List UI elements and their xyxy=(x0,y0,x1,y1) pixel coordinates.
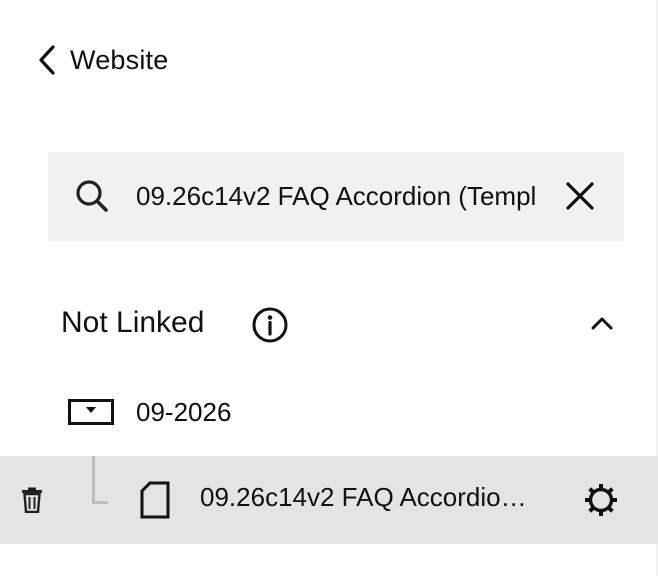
folder-row[interactable]: 09-2026 xyxy=(68,388,231,436)
chevron-left-icon xyxy=(39,45,55,75)
pages-panel: Website Not Linked 09-2026 xyxy=(0,0,658,576)
tree-connector xyxy=(92,456,108,504)
page-label[interactable]: 09.26c14v2 FAQ Accordion (Template) xyxy=(200,482,540,513)
folder-icon xyxy=(68,399,114,425)
search-input[interactable] xyxy=(136,174,536,218)
trash-icon[interactable] xyxy=(20,487,44,513)
section-header[interactable]: Not Linked xyxy=(61,300,621,348)
chevron-up-icon[interactable] xyxy=(589,310,615,336)
section-title: Not Linked xyxy=(61,306,205,339)
gear-icon[interactable] xyxy=(583,482,619,518)
page-list-item[interactable]: 09.26c14v2 FAQ Accordion (Template) xyxy=(0,456,658,544)
info-icon[interactable] xyxy=(251,306,289,344)
search-icon xyxy=(76,180,108,212)
folder-label: 09-2026 xyxy=(136,396,232,427)
back-button[interactable]: Website xyxy=(36,40,168,80)
close-icon[interactable] xyxy=(564,180,596,212)
back-label: Website xyxy=(70,44,169,75)
search-box xyxy=(48,152,624,241)
page-icon xyxy=(140,481,170,519)
